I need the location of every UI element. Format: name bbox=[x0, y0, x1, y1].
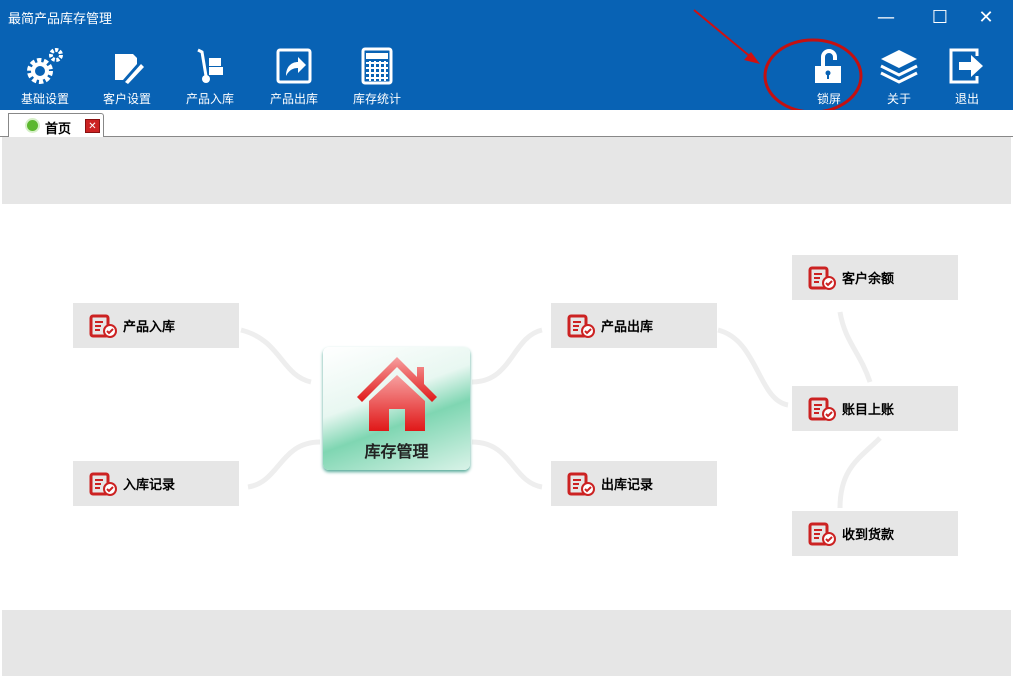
node-product-in[interactable]: 产品入库 bbox=[73, 303, 239, 348]
node-label: 账目上账 bbox=[842, 403, 895, 418]
checklist-icon bbox=[567, 314, 595, 338]
checklist-icon bbox=[89, 314, 117, 338]
node-in-records[interactable]: 入库记录 bbox=[73, 461, 239, 506]
node-label: 入库记录 bbox=[123, 478, 176, 493]
node-label: 出库记录 bbox=[601, 478, 654, 493]
node-label: 收到货款 bbox=[842, 528, 895, 543]
flow-arrows bbox=[240, 311, 882, 509]
node-product-out[interactable]: 产品出库 bbox=[551, 303, 717, 348]
checklist-icon bbox=[89, 472, 117, 496]
node-customer-balance[interactable]: 客户余额 bbox=[792, 255, 958, 300]
checklist-icon bbox=[808, 522, 836, 546]
checklist-icon bbox=[567, 472, 595, 496]
node-out-records[interactable]: 出库记录 bbox=[551, 461, 717, 506]
checklist-icon bbox=[808, 397, 836, 421]
node-label: 产品入库 bbox=[123, 320, 176, 335]
node-payment-received[interactable]: 收到货款 bbox=[792, 511, 958, 556]
node-label: 产品出库 bbox=[601, 320, 654, 335]
node-label: 客户余额 bbox=[842, 272, 895, 287]
checklist-icon bbox=[808, 266, 836, 290]
node-ledger-posting[interactable]: 账目上账 bbox=[792, 386, 958, 431]
house-icon bbox=[356, 357, 437, 431]
center-label: 库存管理 bbox=[364, 442, 429, 461]
inventory-management-button[interactable]: 库存管理 bbox=[323, 347, 470, 470]
